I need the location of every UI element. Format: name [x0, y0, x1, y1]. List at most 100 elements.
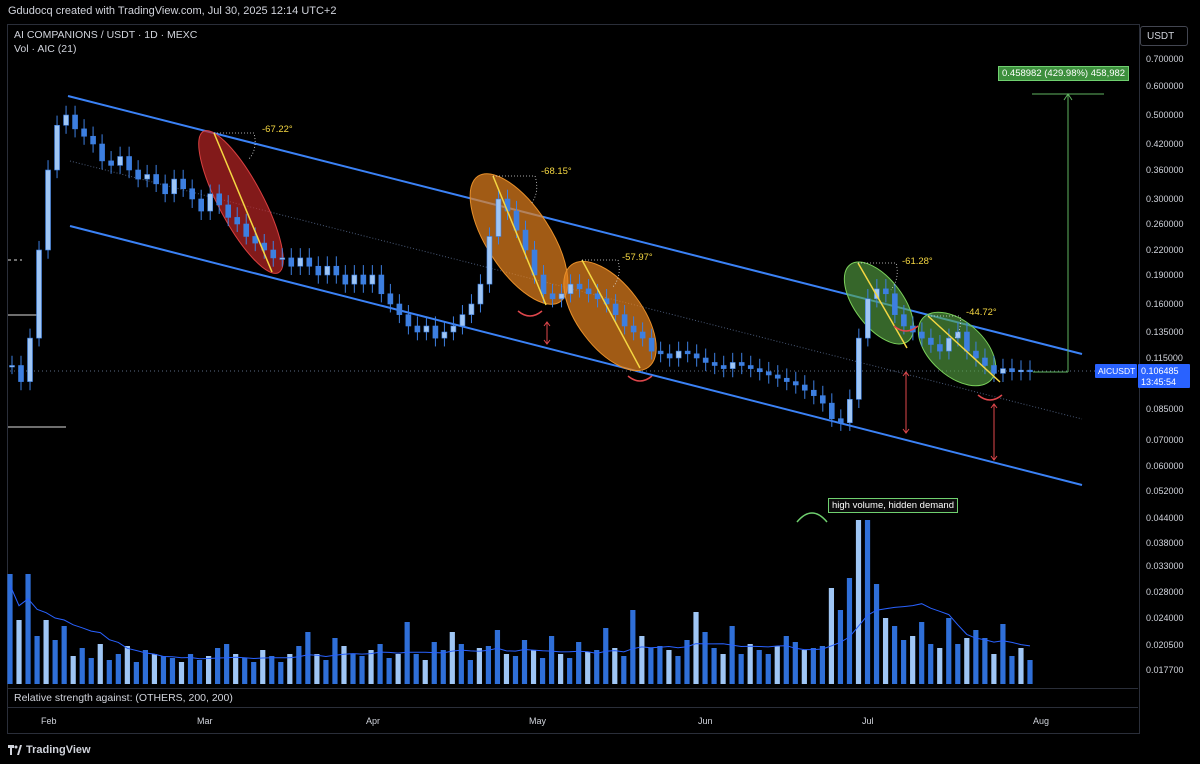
candle[interactable]: [45, 169, 51, 251]
candle[interactable]: [360, 274, 367, 285]
candle[interactable]: [856, 337, 862, 400]
candle[interactable]: [1000, 368, 1006, 374]
candle[interactable]: [829, 402, 835, 419]
candle[interactable]: [162, 183, 168, 195]
candle[interactable]: [450, 325, 457, 333]
candle[interactable]: [9, 365, 15, 368]
candle[interactable]: [576, 283, 583, 290]
candle[interactable]: [684, 350, 691, 355]
candle[interactable]: [901, 314, 907, 327]
candle[interactable]: [838, 418, 844, 424]
candle[interactable]: [765, 371, 772, 376]
price-chart[interactable]: 0.700000 0.600000 0.500000 0.420000 0.360000…: [0, 0, 1200, 764]
candle[interactable]: [135, 169, 141, 180]
candle[interactable]: [459, 314, 466, 327]
candle[interactable]: [1018, 369, 1024, 373]
candle[interactable]: [468, 303, 475, 315]
candle[interactable]: [955, 331, 961, 339]
candle[interactable]: [396, 303, 403, 315]
candle[interactable]: [567, 283, 574, 295]
candle[interactable]: [522, 229, 529, 251]
candle[interactable]: [414, 325, 421, 333]
candle[interactable]: [702, 357, 709, 363]
candle[interactable]: [81, 128, 87, 137]
candle[interactable]: [378, 274, 385, 295]
candle[interactable]: [666, 353, 673, 359]
candle[interactable]: [90, 135, 96, 145]
candle[interactable]: [189, 188, 195, 200]
time-axis[interactable]: [8, 707, 1138, 732]
candle[interactable]: [495, 198, 502, 237]
candle[interactable]: [693, 353, 700, 359]
candle[interactable]: [738, 362, 745, 366]
candle[interactable]: [892, 293, 898, 315]
candle[interactable]: [171, 178, 177, 195]
candle[interactable]: [1027, 369, 1033, 373]
candle[interactable]: [648, 337, 655, 352]
candle[interactable]: [486, 236, 493, 285]
candle[interactable]: [756, 368, 763, 373]
candle[interactable]: [153, 174, 159, 185]
candle[interactable]: [387, 293, 394, 305]
candle[interactable]: [928, 337, 934, 345]
candle[interactable]: [126, 156, 132, 171]
candle[interactable]: [288, 257, 295, 267]
candle[interactable]: [847, 399, 853, 424]
candle[interactable]: [306, 257, 313, 267]
candle[interactable]: [243, 223, 250, 237]
candle[interactable]: [324, 265, 331, 276]
candle[interactable]: [792, 381, 799, 386]
candle[interactable]: [270, 249, 277, 259]
candle[interactable]: [27, 337, 33, 382]
candle[interactable]: [946, 337, 952, 352]
candle[interactable]: [937, 344, 943, 352]
candle[interactable]: [982, 357, 988, 366]
candle[interactable]: [973, 350, 979, 359]
candle[interactable]: [342, 274, 349, 285]
candle[interactable]: [234, 217, 241, 225]
candle[interactable]: [432, 325, 439, 339]
candle[interactable]: [225, 204, 232, 218]
candle[interactable]: [747, 365, 754, 369]
candle[interactable]: [819, 395, 826, 404]
candle[interactable]: [964, 331, 970, 352]
candle[interactable]: [315, 265, 322, 276]
candle[interactable]: [991, 365, 997, 374]
candle[interactable]: [630, 325, 637, 333]
candle[interactable]: [207, 193, 213, 212]
candle[interactable]: [369, 274, 376, 285]
candle[interactable]: [919, 331, 925, 339]
candle[interactable]: [729, 362, 736, 369]
candle[interactable]: [585, 288, 592, 295]
candle[interactable]: [612, 303, 619, 315]
candle[interactable]: [504, 198, 511, 212]
candle[interactable]: [279, 257, 286, 260]
candle[interactable]: [621, 314, 628, 327]
candle[interactable]: [477, 283, 484, 305]
candle[interactable]: [198, 198, 204, 212]
candle[interactable]: [720, 365, 727, 369]
candle[interactable]: [639, 331, 646, 339]
candle[interactable]: [333, 265, 340, 276]
candle[interactable]: [18, 365, 24, 382]
candle[interactable]: [865, 298, 871, 339]
candle[interactable]: [351, 274, 358, 285]
candle[interactable]: [405, 314, 412, 327]
candle[interactable]: [297, 257, 304, 267]
candle[interactable]: [99, 143, 105, 162]
candle[interactable]: [216, 193, 223, 206]
candle[interactable]: [594, 293, 601, 300]
candle[interactable]: [783, 377, 790, 382]
candle[interactable]: [801, 384, 808, 391]
candle[interactable]: [72, 114, 78, 130]
candle[interactable]: [657, 350, 664, 355]
candle[interactable]: [54, 124, 60, 171]
candle[interactable]: [108, 160, 114, 166]
candle[interactable]: [423, 325, 430, 333]
candle[interactable]: [63, 114, 69, 126]
candle[interactable]: [1009, 368, 1015, 373]
candle[interactable]: [883, 288, 889, 295]
candle[interactable]: [675, 350, 682, 359]
candle[interactable]: [810, 389, 817, 396]
candle[interactable]: [558, 293, 565, 300]
